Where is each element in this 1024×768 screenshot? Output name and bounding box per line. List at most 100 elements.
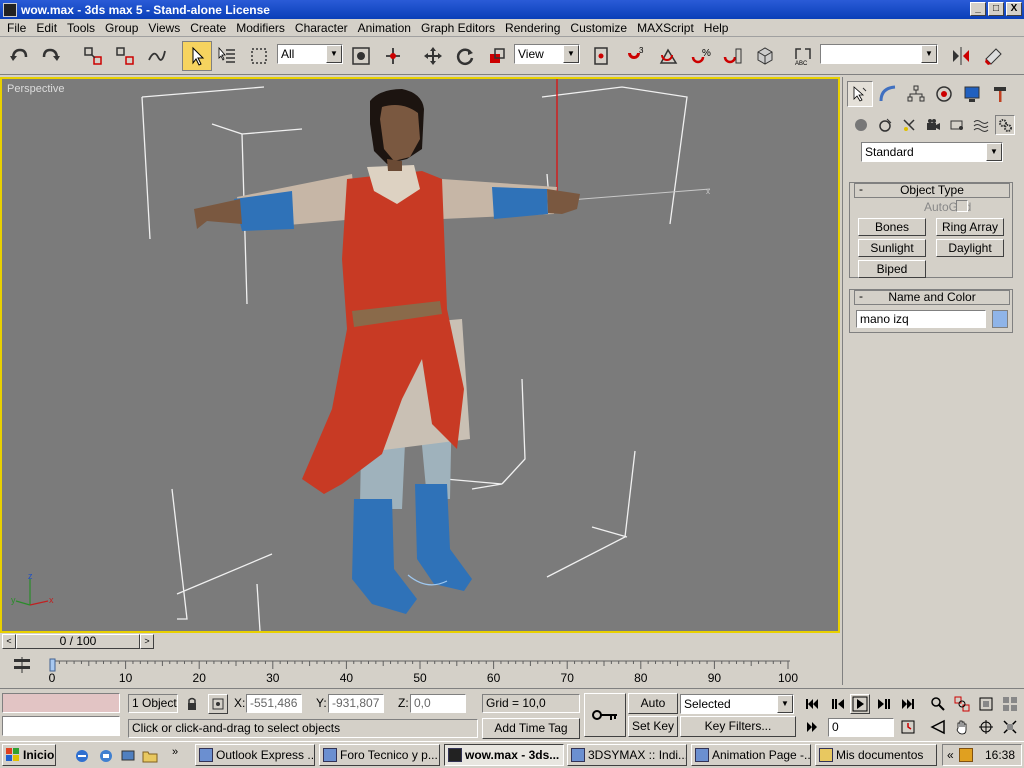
set-key-mode-button[interactable] — [584, 693, 626, 737]
menu-edit[interactable]: Edit — [31, 21, 62, 35]
named-selection-dropdown[interactable]: ▼ — [820, 44, 938, 64]
menu-rendering[interactable]: Rendering — [500, 21, 565, 35]
spinner-snap-button[interactable] — [718, 41, 748, 71]
menu-views[interactable]: Views — [143, 21, 185, 35]
start-button[interactable]: Inicio — [2, 744, 56, 766]
next-frame-button[interactable] — [874, 694, 894, 714]
edit-named-selection-button[interactable]: ABC — [788, 41, 818, 71]
systems-category-button[interactable] — [995, 115, 1015, 135]
select-by-name-button[interactable] — [212, 41, 242, 71]
select-and-link-button[interactable] — [78, 41, 108, 71]
menu-group[interactable]: Group — [100, 21, 143, 35]
y-coordinate-field[interactable]: -931,807 — [328, 694, 384, 713]
daylight-button[interactable]: Daylight — [936, 239, 1004, 257]
helpers-category-button[interactable] — [947, 115, 967, 135]
maxscript-listener-mini[interactable] — [2, 693, 120, 713]
select-object-button[interactable] — [182, 41, 212, 71]
mirror-button[interactable] — [946, 41, 976, 71]
category-dropdown[interactable]: Standard ▼ — [861, 142, 1003, 162]
menu-modifiers[interactable]: Modifiers — [231, 21, 290, 35]
tab-modify[interactable] — [875, 81, 901, 107]
pan-button[interactable] — [952, 717, 972, 737]
perspective-viewport[interactable]: Perspective x z x y — [0, 77, 840, 633]
menu-help[interactable]: Help — [699, 21, 734, 35]
zoom-all-button[interactable] — [952, 694, 972, 714]
lights-category-button[interactable] — [899, 115, 919, 135]
geometry-category-button[interactable] — [851, 115, 871, 135]
minimize-button[interactable]: _ — [970, 2, 986, 16]
menu-file[interactable]: File — [2, 21, 31, 35]
x-coordinate-field[interactable]: -551,486 — [246, 694, 302, 713]
time-slider-next[interactable]: > — [140, 634, 154, 649]
select-and-scale-button[interactable] — [482, 41, 512, 71]
time-slider-prev[interactable]: < — [2, 634, 16, 649]
zoom-extents-all-button[interactable] — [1000, 694, 1020, 714]
select-manipulate-button[interactable] — [378, 41, 408, 71]
snaps-toggle-button[interactable]: 3 — [620, 41, 650, 71]
key-mode-dropdown[interactable]: Selected ▼ — [680, 694, 794, 714]
bones-button[interactable]: Bones — [858, 218, 926, 236]
tab-motion[interactable] — [931, 81, 957, 107]
select-and-move-button[interactable] — [418, 41, 448, 71]
redo-button[interactable] — [36, 41, 66, 71]
zoom-extents-button[interactable] — [976, 694, 996, 714]
tab-create[interactable] — [847, 81, 873, 107]
named-selection-sets-button[interactable] — [750, 41, 780, 71]
task-animation-page[interactable]: Animation Page -... — [691, 744, 811, 766]
current-frame-field[interactable]: 0 — [828, 718, 894, 737]
character-model[interactable] — [194, 89, 580, 614]
menu-character[interactable]: Character — [290, 21, 353, 35]
quicklaunch-ie-button[interactable] — [72, 746, 92, 766]
menu-animation[interactable]: Animation — [353, 21, 416, 35]
bind-space-warp-button[interactable] — [142, 41, 172, 71]
key-mode-toggle-button[interactable] — [802, 717, 822, 737]
task-3dsymax[interactable]: 3DSYMAX :: Indi... — [567, 744, 687, 766]
time-slider[interactable]: < 0 / 100 > — [0, 633, 842, 651]
zoom-button[interactable] — [928, 694, 948, 714]
task-mis-documentos[interactable]: Mis documentos — [815, 744, 937, 766]
menu-maxscript[interactable]: MAXScript — [632, 21, 699, 35]
field-of-view-button[interactable] — [928, 717, 948, 737]
time-configuration-button[interactable] — [898, 717, 918, 737]
maximize-viewport-button[interactable] — [1000, 717, 1020, 737]
pivot-center-button[interactable] — [586, 41, 616, 71]
task-outlook-express[interactable]: Outlook Express ... — [195, 744, 315, 766]
menu-customize[interactable]: Customize — [565, 21, 632, 35]
autogrid-checkbox[interactable] — [956, 200, 968, 212]
select-and-rotate-button[interactable] — [450, 41, 480, 71]
track-bar[interactable]: 0 10 20 30 40 50 60 70 80 90 100 — [0, 651, 842, 685]
go-to-start-button[interactable] — [802, 694, 822, 714]
region-select-button[interactable] — [244, 41, 274, 71]
space-warps-category-button[interactable] — [971, 115, 991, 135]
auto-key-button[interactable]: Auto Key — [628, 693, 678, 728]
undo-button[interactable] — [4, 41, 34, 71]
sunlight-button[interactable]: Sunlight — [858, 239, 926, 257]
menu-graph-editors[interactable]: Graph Editors — [416, 21, 500, 35]
scene-canvas[interactable]: x z x y — [2, 79, 838, 631]
task-3ds-max[interactable]: wow.max - 3ds... — [444, 744, 564, 766]
menu-create[interactable]: Create — [185, 21, 231, 35]
key-filters-button[interactable]: Key Filters... — [680, 716, 796, 737]
set-key-button[interactable]: Set Key — [628, 716, 678, 737]
previous-frame-button[interactable] — [828, 694, 848, 714]
add-time-tag-button[interactable]: Add Time Tag — [482, 718, 580, 739]
play-button[interactable] — [850, 694, 870, 714]
curve-editor-button[interactable] — [12, 655, 32, 675]
shapes-category-button[interactable] — [875, 115, 895, 135]
lock-selection-button[interactable] — [182, 694, 202, 714]
maxscript-output-mini[interactable] — [2, 716, 120, 736]
track-ruler[interactable]: 0 10 20 30 40 50 60 70 80 90 100 — [48, 651, 842, 685]
select-and-move-target-button[interactable] — [346, 41, 376, 71]
go-to-end-button[interactable] — [898, 694, 918, 714]
task-foro-tecnico[interactable]: Foro Tecnico y p... — [319, 744, 440, 766]
absolute-mode-button[interactable] — [208, 694, 228, 714]
tray-app-icon[interactable] — [959, 748, 973, 762]
name-and-color-header[interactable]: - Name and Color — [854, 290, 1010, 305]
maximize-button[interactable]: □ — [988, 2, 1004, 16]
biped-button[interactable]: Biped — [858, 260, 926, 278]
tab-utilities[interactable] — [987, 81, 1013, 107]
quicklaunch-more-icon[interactable]: » — [172, 743, 178, 762]
z-coordinate-field[interactable]: 0,0 — [410, 694, 466, 713]
object-name-field[interactable] — [856, 310, 986, 328]
arc-rotate-button[interactable] — [976, 717, 996, 737]
